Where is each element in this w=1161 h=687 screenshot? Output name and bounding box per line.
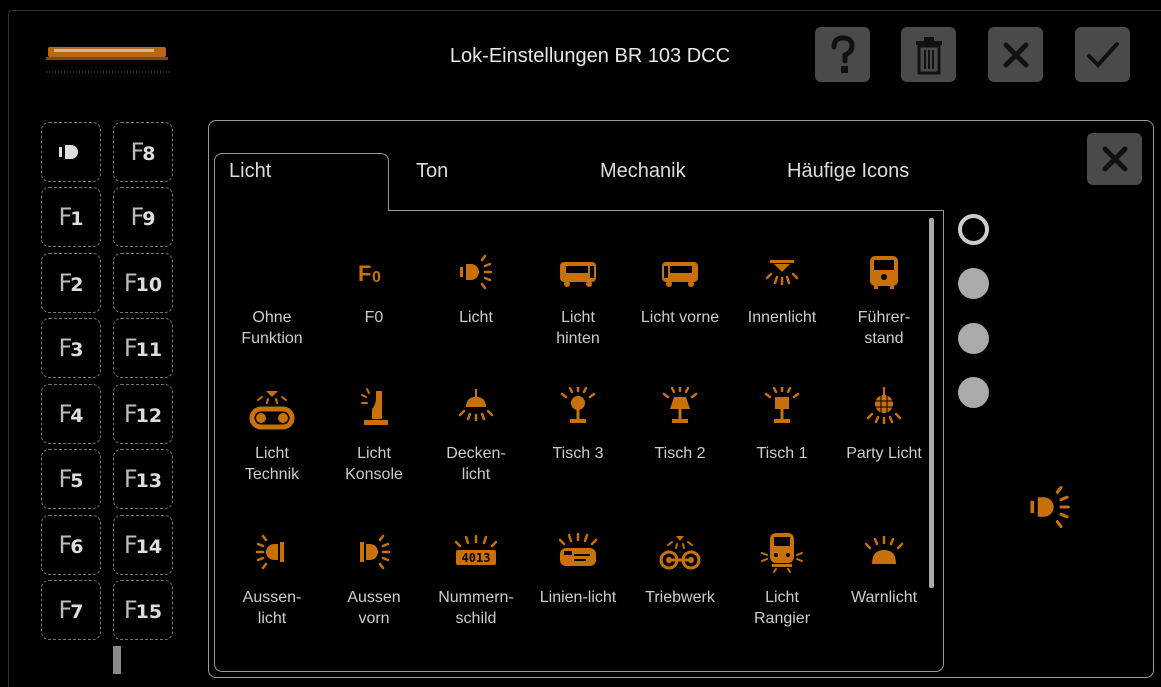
- icon-option-licht-rangier[interactable]: Licht Rangier: [731, 527, 833, 629]
- outside-light-icon: [255, 534, 284, 570]
- function-slot-f13[interactable]: F13: [113, 449, 173, 509]
- icon-option-licht-konsole[interactable]: Licht Konsole: [323, 383, 425, 485]
- svg-text:4013: 4013: [462, 551, 491, 565]
- table-lamp-3-icon: [560, 387, 596, 423]
- function-slot-f9[interactable]: F9: [113, 187, 173, 247]
- close-icon: [1003, 42, 1028, 67]
- icon-option-deckenlicht[interactable]: Decken- licht: [425, 383, 527, 485]
- icon-option-warnlicht[interactable]: Warnlicht: [833, 527, 935, 608]
- icon-option-fuehrerstand[interactable]: Führer- stand: [833, 247, 935, 349]
- delete-button[interactable]: [901, 27, 956, 82]
- light-rear-icon: [560, 262, 596, 287]
- icon-option-licht[interactable]: Licht: [425, 247, 527, 328]
- light-icon: [59, 145, 78, 159]
- icon-option-tisch-1[interactable]: Tisch 1: [731, 383, 833, 464]
- tab-haeufige-icons[interactable]: Häufige Icons: [787, 160, 909, 183]
- function-slot-f2[interactable]: F2: [41, 253, 101, 313]
- svg-text:0: 0: [372, 269, 381, 285]
- locomotive-thumbnail: [46, 47, 171, 73]
- light-front-icon: [662, 262, 698, 287]
- warning-light-icon: [864, 535, 904, 564]
- cancel-button[interactable]: [988, 27, 1043, 82]
- f0-icon: F0: [358, 261, 381, 285]
- selected-icon-preview: [1030, 485, 1070, 529]
- table-lamp-2-icon: [662, 387, 698, 423]
- cab-icon: [870, 256, 898, 289]
- icon-option-nummernschild[interactable]: 4013 Nummern- schild: [425, 527, 527, 629]
- page-radio-4[interactable]: [958, 377, 989, 408]
- trash-icon: [915, 36, 942, 74]
- function-slot-f10[interactable]: F10: [113, 253, 173, 313]
- icon-option-aussen-vorn[interactable]: Aussen vorn: [323, 527, 425, 629]
- function-slot-light[interactable]: [41, 122, 101, 182]
- icon-option-aussenlicht[interactable]: Aussen- licht: [221, 527, 323, 629]
- interior-light-icon: [765, 260, 799, 286]
- icon-option-linien-licht[interactable]: Linien-licht: [527, 527, 629, 608]
- tab-ton[interactable]: Ton: [416, 160, 448, 183]
- light-technik-icon: [249, 391, 295, 430]
- disco-ball-icon: [866, 387, 902, 425]
- light-icon: [460, 254, 493, 290]
- icon-option-licht-hinten[interactable]: Licht hinten: [527, 247, 629, 349]
- icon-option-licht-technik[interactable]: Licht Technik: [221, 383, 323, 485]
- icon-option-triebwerk[interactable]: Triebwerk: [629, 527, 731, 608]
- outside-front-icon: [360, 534, 391, 570]
- tab-licht[interactable]: Licht: [229, 160, 271, 183]
- check-icon: [1086, 41, 1119, 68]
- function-slot-f11[interactable]: F11: [113, 318, 173, 378]
- function-slot-f7[interactable]: F7: [41, 580, 101, 640]
- number-plate-icon: 4013: [454, 534, 498, 565]
- icon-option-tisch-2[interactable]: Tisch 2: [629, 383, 731, 464]
- close-icon: [1102, 146, 1127, 172]
- slots-scrollbar[interactable]: [113, 646, 121, 674]
- function-slot-f12[interactable]: F12: [113, 384, 173, 444]
- function-slot-f14[interactable]: F14: [113, 515, 173, 575]
- table-lamp-1-icon: [764, 387, 800, 423]
- page-title: Lok-Einstellungen BR 103 DCC: [449, 45, 731, 67]
- icon-option-party-licht[interactable]: Party Licht: [833, 383, 935, 464]
- function-slot-f1[interactable]: F1: [41, 187, 101, 247]
- function-slot-f4[interactable]: F4: [41, 384, 101, 444]
- light-console-icon: [361, 388, 388, 425]
- ceiling-light-icon: [458, 389, 494, 422]
- question-icon: [831, 34, 855, 73]
- function-slot-f5[interactable]: F5: [41, 449, 101, 509]
- function-slot-f15[interactable]: F15: [113, 580, 173, 640]
- page-radio-2[interactable]: [958, 268, 989, 299]
- function-slot-f6[interactable]: F6: [41, 515, 101, 575]
- tab-mechanik[interactable]: Mechanik: [600, 160, 686, 183]
- help-button[interactable]: [815, 27, 870, 82]
- function-slot-f3[interactable]: F3: [41, 318, 101, 378]
- function-slot-f8[interactable]: F8: [113, 122, 173, 182]
- confirm-button[interactable]: [1075, 27, 1130, 82]
- panel-close-button[interactable]: [1087, 133, 1142, 185]
- icon-option-tisch-3[interactable]: Tisch 3: [527, 383, 629, 464]
- drivetrain-icon: [659, 536, 701, 570]
- icon-option-f0[interactable]: F0 F0: [323, 247, 425, 328]
- svg-text:F: F: [358, 261, 371, 285]
- line-light-icon: [558, 532, 598, 566]
- icon-option-innenlicht[interactable]: Innenlicht: [731, 247, 833, 328]
- page-radio-3[interactable]: [958, 323, 989, 354]
- icon-option-ohne-funktion[interactable]: Ohne Funktion: [221, 247, 323, 349]
- icon-option-licht-vorne[interactable]: Licht vorne: [629, 247, 731, 328]
- shunting-light-icon: [761, 533, 803, 573]
- page-radio-1[interactable]: [958, 214, 989, 245]
